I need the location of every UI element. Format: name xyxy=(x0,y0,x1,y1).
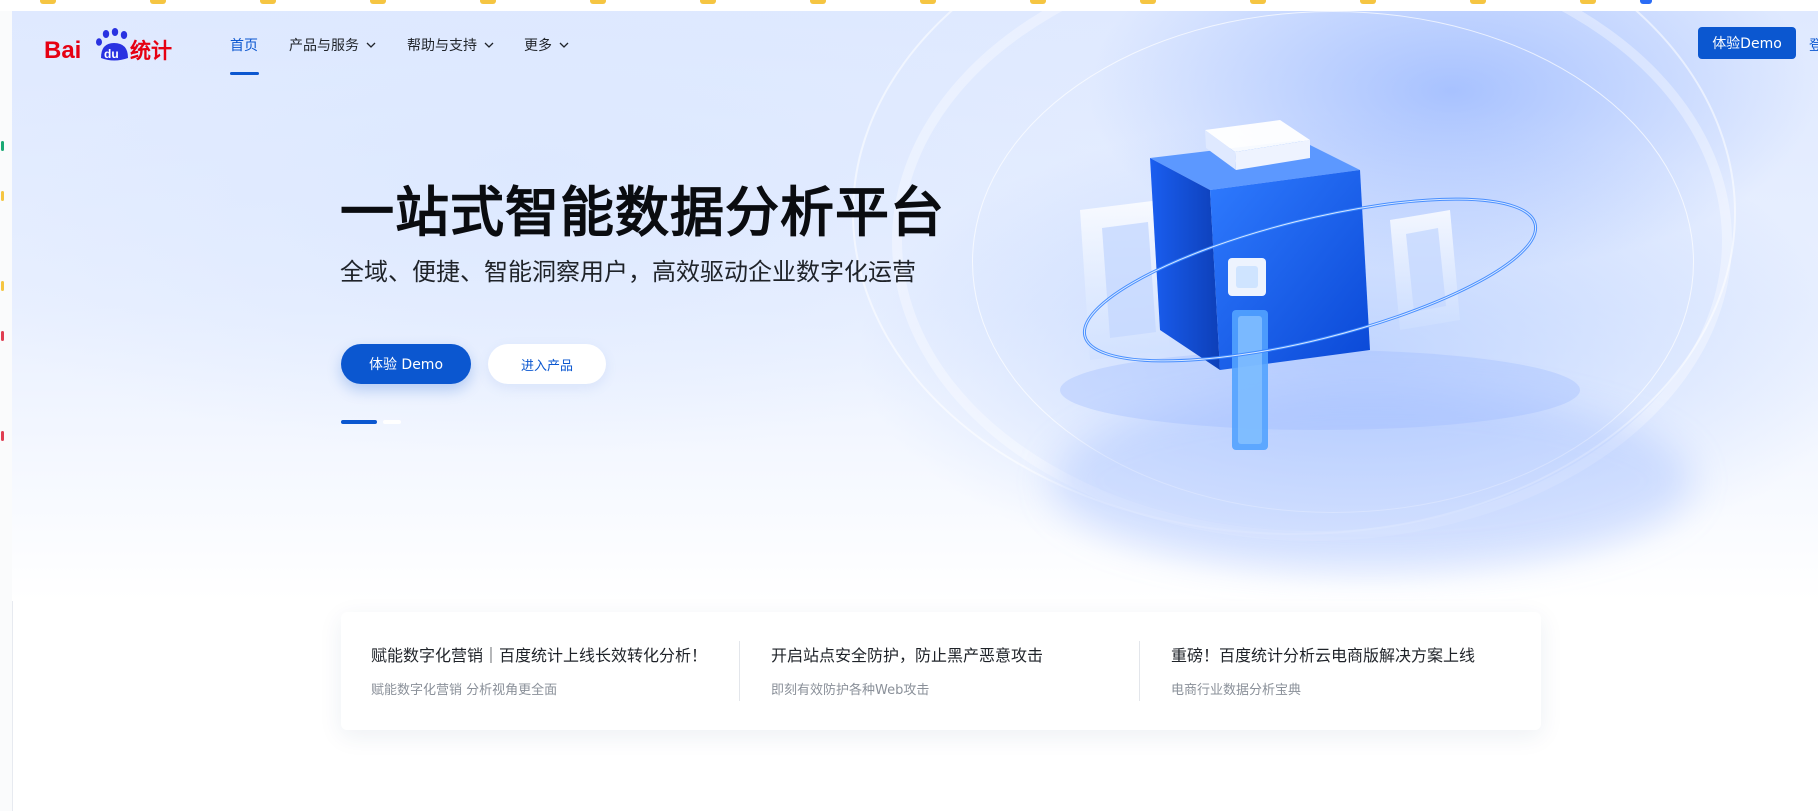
svg-text:du: du xyxy=(104,47,119,61)
nav-item-help[interactable]: 帮助与支持 xyxy=(407,35,495,55)
top-navigation: Bai du 统计 首页 产品与服务 帮助与支持 更多 体验Demo 登 xyxy=(12,11,1818,77)
news-divider xyxy=(739,641,740,701)
news-title: 重磅！百度统计分析云电商版解决方案上线 xyxy=(1171,646,1476,665)
carousel-dot-active[interactable] xyxy=(341,420,377,424)
enter-product-button[interactable]: 进入产品 xyxy=(488,344,606,384)
news-subtitle: 即刻有效防护各种Web攻击 xyxy=(771,683,930,698)
news-subtitle: 电商行业数据分析宝典 xyxy=(1171,683,1302,698)
svg-text:Bai: Bai xyxy=(44,37,81,64)
nav-item-label: 帮助与支持 xyxy=(407,38,477,54)
nav-item-more[interactable]: 更多 xyxy=(524,35,570,55)
chevron-down-icon xyxy=(366,42,376,48)
nav-item-home[interactable]: 首页 xyxy=(230,35,258,55)
nav-item-label: 产品与服务 xyxy=(289,38,359,54)
hero-subtitle: 全域、便捷、智能洞察用户，高效驱动企业数字化运营 xyxy=(340,258,916,286)
hero-cube-illustration xyxy=(1060,120,1580,450)
news-subtitle: 赋能数字化营销 分析视角更全面 xyxy=(371,683,558,698)
hero-title: 一站式智能数据分析平台 xyxy=(340,181,945,244)
baidu-tongji-logo[interactable]: Bai du 统计 xyxy=(44,25,179,65)
news-panel: 赋能数字化营销｜百度统计上线长效转化分析！ 赋能数字化营销 分析视角更全面 开启… xyxy=(341,612,1541,730)
hero-demo-button[interactable]: 体验 Demo xyxy=(341,344,471,384)
nav-item-products[interactable]: 产品与服务 xyxy=(289,35,377,55)
news-title: 开启站点安全防护，防止黑产恶意攻击 xyxy=(771,646,1044,665)
news-title: 赋能数字化营销｜百度统计上线长效转化分析！ xyxy=(371,646,708,665)
news-item[interactable]: 赋能数字化营销｜百度统计上线长效转化分析！ 赋能数字化营销 分析视角更全面 xyxy=(341,612,707,730)
nav-item-label: 更多 xyxy=(524,38,552,54)
carousel-dot[interactable] xyxy=(383,420,401,424)
chevron-down-icon xyxy=(484,42,494,48)
try-demo-button[interactable]: 体验Demo xyxy=(1698,27,1796,59)
login-link[interactable]: 登 xyxy=(1809,35,1818,55)
news-item[interactable]: 重磅！百度统计分析云电商版解决方案上线 电商行业数据分析宝典 xyxy=(1141,612,1501,730)
news-divider xyxy=(1139,641,1140,701)
active-nav-indicator xyxy=(230,72,259,75)
nav-item-label: 首页 xyxy=(230,38,258,54)
chevron-down-icon xyxy=(559,42,569,48)
svg-text:统计: 统计 xyxy=(130,39,172,63)
news-item[interactable]: 开启站点安全防护，防止黑产恶意攻击 即刻有效防护各种Web攻击 xyxy=(741,612,1101,730)
